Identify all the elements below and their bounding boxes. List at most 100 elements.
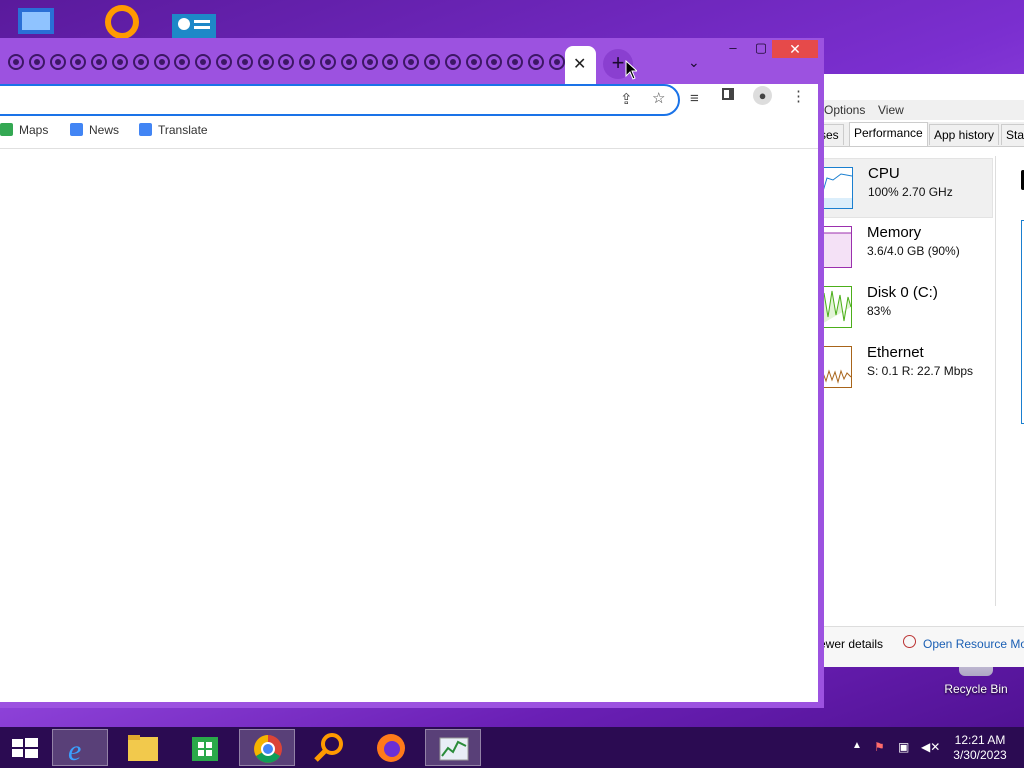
tab-favicon-icon[interactable] [320,54,336,70]
resource-memory[interactable]: Memory 3.6/4.0 GB (90%) [819,218,991,276]
desktop-icon-monitor[interactable] [170,0,216,38]
maps-icon [0,123,13,136]
tab-favicon-icon[interactable] [153,54,170,70]
computer-icon [18,8,54,34]
tab-favicon-icon[interactable] [70,54,87,70]
panel-divider [995,156,996,606]
menu-kebab-icon[interactable]: ⋮ [791,87,806,105]
open-resource-monitor-link[interactable]: Open Resource Mo [923,637,1024,651]
taskbar-task-manager[interactable] [425,729,481,766]
tab-favicon-icon[interactable] [174,54,191,70]
minimize-button[interactable]: – [720,40,746,58]
address-bar[interactable]: ⇪ ☆ [0,84,680,116]
tab-favicon-icon[interactable] [299,54,316,70]
recycle-bin-label: Recycle Bin [944,682,1008,696]
profile-avatar-icon[interactable]: ● [753,86,772,105]
tab-strip: ✕ + ⌄ – ▢ ✕ [0,38,824,84]
mouse-cursor-icon [625,60,637,80]
tab-app-history[interactable]: App history [929,124,1000,145]
windows-logo-icon [12,738,38,758]
tab-favicon-icon[interactable] [257,54,274,70]
task-manager-menubar: Options View [819,100,1024,120]
tab-startup[interactable]: Star [1001,124,1024,145]
tab-favicon-icon[interactable] [278,54,295,70]
tab-favicon-icon[interactable] [8,54,24,70]
resource-name: CPU [868,165,900,182]
tab-favicon-icon[interactable] [424,54,440,70]
volume-muted-icon[interactable]: ◀✕ [921,740,940,754]
resource-disk[interactable]: Disk 0 (C:) 83% [819,278,991,336]
fewer-details-link[interactable]: ewer details [819,637,883,651]
tab-favicon-icon[interactable] [382,54,399,70]
taskbar-chrome[interactable] [239,729,295,766]
tray-expand-icon[interactable]: ▲ [852,740,862,751]
page-content[interactable] [0,149,818,702]
tab-favicon-icon[interactable] [465,54,482,70]
bookmark-star-icon[interactable]: ☆ [652,89,665,107]
tab-favicon-icon[interactable] [507,54,524,70]
bookmark-translate[interactable]: Translate [139,123,208,137]
resource-monitor-icon [903,635,916,648]
magnifier-icon [314,733,343,762]
tab-favicon-icon[interactable] [216,54,232,70]
desktop-icon-computer[interactable] [14,0,60,38]
tab-favicon-icon[interactable] [444,54,461,70]
tab-favicon-icon[interactable] [361,54,378,70]
internet-explorer-icon: e [68,734,81,767]
close-tab-icon[interactable]: ✕ [573,54,586,74]
task-manager-window: Options View ses Performance App history… [815,74,1024,667]
store-icon [192,737,218,761]
maximize-button[interactable]: ▢ [748,40,774,58]
menu-options[interactable]: Options [824,103,865,117]
resource-value: 3.6/4.0 GB (90%) [867,244,960,258]
taskbar-firefox[interactable] [363,729,419,766]
taskbar-store[interactable] [177,729,233,766]
tab-search-icon[interactable]: ⌄ [688,54,700,71]
task-manager-tabs: ses Performance App history Star [815,122,1024,147]
tab-performance[interactable]: Performance [849,122,928,146]
taskbar-search-app[interactable] [301,729,357,766]
system-clock[interactable]: 12:21 AM 3/30/2023 [940,733,1020,763]
action-center-flag-icon[interactable]: ⚑ [874,740,885,754]
side-panel-icon[interactable] [722,88,734,100]
share-icon[interactable]: ⇪ [620,90,633,108]
desktop-icon-search[interactable] [100,0,146,39]
bookmark-label: Maps [19,123,49,137]
tab-favicon-icon[interactable] [91,54,108,70]
tab-favicon-icon[interactable] [528,54,544,70]
task-manager-icon [439,737,469,761]
tab-favicon-icon[interactable] [112,54,128,70]
tab-favicon-icon[interactable] [486,54,503,70]
bookmark-news[interactable]: News [70,123,119,137]
start-button[interactable] [0,729,48,766]
resource-ethernet[interactable]: Ethernet S: 0.1 R: 22.7 Mbps [819,338,991,396]
tab-favicon-icon[interactable] [132,54,149,70]
bookmark-maps[interactable]: Maps [0,123,48,137]
tab-favicon-icon[interactable] [236,54,253,70]
svg-text:e: e [68,734,81,767]
resource-value: 100% 2.70 GHz [868,185,953,199]
tab-favicon-icon[interactable] [403,54,420,70]
clock-time: 12:21 AM [954,733,1006,747]
tab-favicon-icon[interactable] [28,54,45,70]
reading-list-icon[interactable]: ≡ [690,90,699,107]
resource-cpu[interactable]: CPU 100% 2.70 GHz [819,158,993,218]
resource-name: Memory [867,224,922,241]
cpu-graph-icon [820,167,853,209]
menu-view[interactable]: View [878,103,904,117]
taskbar: e ▲ ⚑ ▣ ◀✕ 12:21 AM 3/30/2023 [0,727,1024,768]
tab-favicon-icon[interactable] [195,54,212,70]
tab-favicon-icon[interactable] [340,54,357,70]
clock-date: 3/30/2023 [953,748,1007,762]
close-window-button[interactable]: ✕ [772,40,818,58]
active-tab[interactable]: ✕ [565,46,596,84]
taskbar-explorer[interactable] [115,729,171,766]
folder-icon [128,735,158,761]
tab-favicon-icon[interactable] [548,54,565,70]
performance-icon [172,14,216,38]
tab-favicon-icon[interactable] [49,54,66,70]
resource-value: 83% [867,304,892,318]
taskbar-ie[interactable]: e [52,729,108,767]
chrome-icon [254,735,282,763]
network-icon[interactable]: ▣ [898,740,909,754]
